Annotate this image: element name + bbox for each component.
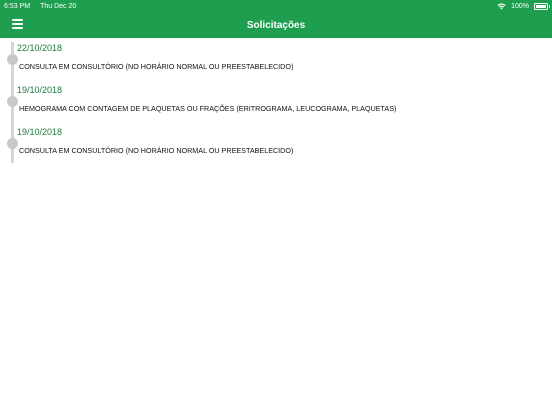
wifi-icon (497, 3, 506, 9)
page-title: Solicitações (246, 19, 306, 31)
requests-timeline: 22/10/2018 CONSULTA EM CONSULTÓRIO (NO H… (0, 38, 552, 164)
battery-percent: 100% (511, 2, 529, 10)
entry-description: CONSULTA EM CONSULTÓRIO (NO HORÁRIO NORM… (19, 146, 294, 155)
entry-date: 22/10/2018 (17, 43, 63, 53)
entry-description: HEMOGRAMA COM CONTAGEM DE PLAQUETAS OU F… (19, 104, 397, 113)
entry-description: CONSULTA EM CONSULTÓRIO (NO HORÁRIO NORM… (19, 62, 294, 71)
status-time: 6:53 PM (4, 2, 31, 10)
navigation-bar: Solicitações (0, 12, 552, 38)
timeline-entry[interactable]: 19/10/2018 HEMOGRAMA COM CONTAGEM DE PLA… (0, 80, 552, 122)
timeline-entry[interactable]: 22/10/2018 CONSULTA EM CONSULTÓRIO (NO H… (0, 38, 552, 80)
battery-icon (534, 2, 550, 10)
status-date: Thu Dec 20 (40, 2, 77, 10)
entry-date: 19/10/2018 (17, 127, 63, 137)
entry-date: 19/10/2018 (17, 85, 63, 95)
hamburger-menu-icon[interactable] (12, 19, 23, 29)
timeline-entry[interactable]: 19/10/2018 CONSULTA EM CONSULTÓRIO (NO H… (0, 122, 552, 164)
timeline-dot-icon (7, 96, 18, 107)
timeline-dot-icon (7, 54, 18, 65)
timeline-dot-icon (7, 138, 18, 149)
status-bar: 6:53 PM Thu Dec 20 100% (0, 0, 552, 12)
